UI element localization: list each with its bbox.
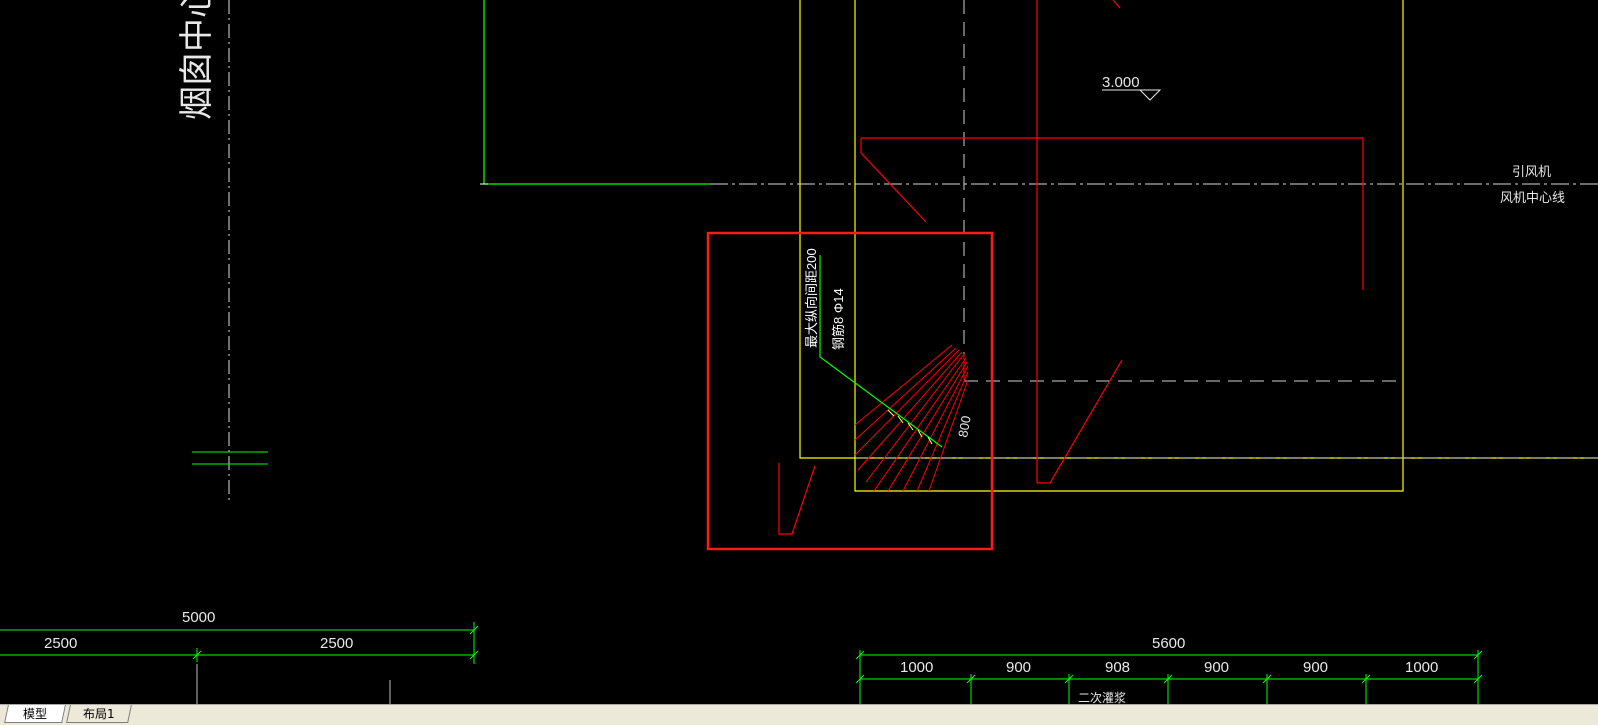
right-dim-segment-2: 900 bbox=[1006, 659, 1031, 676]
left-dim-segment-2: 2500 bbox=[320, 635, 353, 652]
tab-model[interactable]: 模型 bbox=[4, 705, 66, 723]
right-dim-partial-note: 二次灌浆 bbox=[1078, 690, 1126, 704]
layout-tab-bar: 模型 布局1 bbox=[0, 704, 1598, 725]
elevation-label: 3.000 bbox=[1102, 74, 1140, 91]
tab-layout1-label: 布局1 bbox=[83, 707, 115, 721]
fan-name-label: 引风机 bbox=[1512, 164, 1551, 179]
right-dim-segment-3: 908 bbox=[1105, 659, 1130, 676]
right-dim-segment-1: 1000 bbox=[900, 659, 933, 676]
tab-layout1[interactable]: 布局1 bbox=[66, 705, 132, 723]
right-dim-segment-4: 900 bbox=[1204, 659, 1229, 676]
tab-model-label: 模型 bbox=[22, 707, 47, 721]
cad-viewport[interactable]: 烟囱中心线 引风机 风机中心线 3.000 最大纵向间距200 钢筋8 Φ14 … bbox=[0, 0, 1598, 725]
rebar-spacing-note: 最大纵向间距200 bbox=[804, 248, 819, 348]
right-dim-segment-6: 1000 bbox=[1405, 659, 1438, 676]
rebar-spec-note: 钢筋8 Φ14 bbox=[831, 288, 846, 350]
left-dim-total: 5000 bbox=[182, 609, 215, 626]
right-dim-segment-5: 900 bbox=[1303, 659, 1328, 676]
fan-centerline-label: 风机中心线 bbox=[1500, 190, 1565, 205]
right-dim-total: 5600 bbox=[1152, 635, 1185, 652]
drawing-canvas[interactable]: 烟囱中心线 引风机 风机中心线 3.000 最大纵向间距200 钢筋8 Φ14 … bbox=[0, 0, 1598, 704]
chimney-centerline-label: 烟囱中心线 bbox=[178, 0, 216, 120]
left-dim-segment-1: 2500 bbox=[44, 635, 77, 652]
